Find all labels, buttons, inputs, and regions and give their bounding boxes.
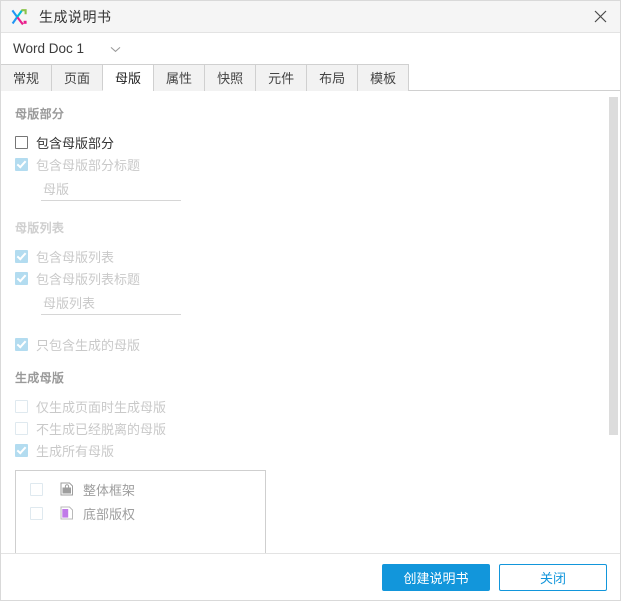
master-page-icon [60,506,74,520]
checkbox-include-master-list[interactable]: 包含母版列表 [15,245,620,267]
checkbox-box [15,271,28,285]
checkbox-box [15,135,28,149]
list-item-label: 底部版权 [83,506,136,522]
checkbox-label: 仅生成页面时生成母版 [36,399,167,415]
tab-pages[interactable]: 页面 [51,64,103,91]
checkbox-box [15,443,28,457]
master-list-heading-input[interactable] [41,293,181,315]
document-selector-bar: Word Doc 1 [1,33,620,63]
list-item-checkbox[interactable] [30,506,43,520]
master-list-heading-field-row [41,293,620,315]
master-lock-icon [60,482,74,496]
checkbox-label: 包含母版部分 [36,135,115,151]
title-bar: 生成说明书 [1,1,620,33]
document-dropdown[interactable]: Word Doc 1 [13,41,121,56]
tab-template[interactable]: 模板 [357,64,410,91]
master-section-heading-field-row [41,179,620,201]
masters-settings-panel: 母版部分 包含母版部分 包含母版部分标题 母版列表 包含母版列表 [1,91,620,553]
tab-widgets[interactable]: 元件 [255,64,307,91]
tab-label: 常规 [13,71,40,86]
tab-label: 元件 [268,71,295,86]
checkbox-only-when-generating-pages[interactable]: 仅生成页面时生成母版 [15,395,620,417]
checkbox-label: 包含母版列表 [36,249,115,265]
tab-properties[interactable]: 属性 [153,64,205,91]
masters-list-box[interactable]: 整体框架 底部版权 [15,470,266,553]
chevron-down-icon [110,41,121,56]
checkbox-box [15,337,28,351]
tab-label: 页面 [64,71,91,86]
tab-label: 属性 [166,71,193,86]
list-item-label: 整体框架 [83,482,136,498]
list-item-checkbox[interactable] [30,482,43,496]
checkbox-label: 只包含生成的母版 [36,337,141,353]
document-dropdown-value: Word Doc 1 [13,40,85,56]
section-title-master-section: 母版部分 [15,107,65,121]
axure-logo-icon [11,8,29,26]
checkbox-label: 包含母版列表标题 [36,271,141,287]
dialog-title: 生成说明书 [39,8,112,25]
tab-label: 快照 [217,71,244,86]
close-icon[interactable] [580,1,620,32]
checkbox-box [15,157,28,171]
section-title-master-list: 母版列表 [15,221,65,235]
checkbox-include-master-list-heading[interactable]: 包含母版列表标题 [15,267,620,289]
tab-label: 母版 [115,71,142,86]
master-section-heading-input[interactable] [41,179,181,201]
checkbox-generate-all-masters[interactable]: 生成所有母版 [15,439,620,461]
list-item[interactable]: 底部版权 [16,501,265,525]
list-item[interactable]: 整体框架 [16,477,265,501]
checkbox-box [15,399,28,413]
tab-bar: 常规 页面 母版 属性 快照 元件 布局 模板 [1,63,620,91]
tab-masters[interactable]: 母版 [102,64,154,91]
checkbox-include-master-section[interactable]: 包含母版部分 [15,131,620,153]
close-button[interactable]: 关闭 [499,563,607,591]
tab-layout[interactable]: 布局 [306,64,358,91]
checkbox-include-master-section-heading[interactable]: 包含母版部分标题 [15,153,620,175]
create-specification-button[interactable]: 创建说明书 [382,563,490,591]
section-title-generate-masters: 生成母版 [15,371,65,385]
tab-snapshots[interactable]: 快照 [204,64,256,91]
settings-scrollbar-thumb[interactable] [609,97,618,435]
checkbox-skip-detached-masters[interactable]: 不生成已经脱离的母版 [15,417,620,439]
dialog-footer: 创建说明书 关闭 [1,553,620,600]
checkbox-only-generated-masters[interactable]: 只包含生成的母版 [15,333,620,355]
checkbox-label: 包含母版部分标题 [36,157,141,173]
checkbox-box [15,249,28,263]
generate-specification-dialog: 生成说明书 Word Doc 1 常规 页面 母版 属性 快照 元件 布局 模板… [0,0,621,601]
tab-general[interactable]: 常规 [1,64,52,91]
checkbox-box [15,421,28,435]
settings-scroll-area: 母版部分 包含母版部分 包含母版部分标题 母版列表 包含母版列表 [1,91,620,553]
tab-label: 模板 [370,71,397,86]
tab-label: 布局 [319,71,346,86]
checkbox-label: 生成所有母版 [36,443,115,459]
settings-scrollbar-track[interactable] [609,91,618,553]
checkbox-label: 不生成已经脱离的母版 [36,421,167,437]
